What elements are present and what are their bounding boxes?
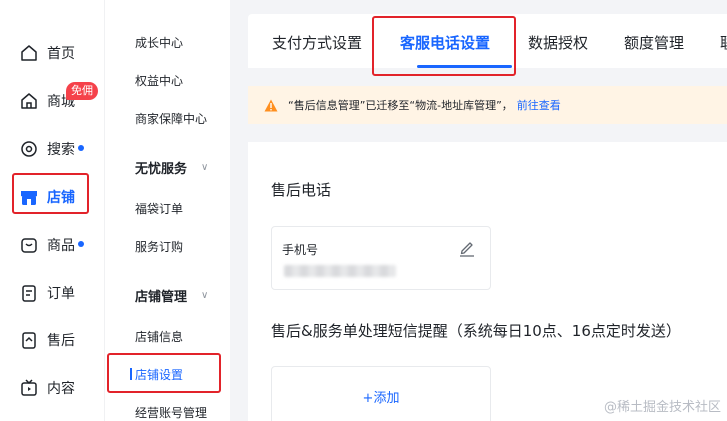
- tab-data-authorization[interactable]: 数据授权: [528, 32, 588, 53]
- product-icon: [18, 234, 40, 256]
- active-tab-underline: [417, 65, 512, 68]
- active-indicator: [130, 368, 132, 380]
- nav-label: 商品: [47, 235, 84, 255]
- new-dot: [78, 241, 84, 247]
- nav-label: 店铺: [47, 190, 75, 206]
- tab-quota-management[interactable]: 额度管理: [624, 32, 684, 53]
- sub-item-growth-center[interactable]: 成长中心: [135, 34, 183, 51]
- nav-label: 售后: [47, 333, 75, 349]
- notice-link[interactable]: 前往查看: [517, 97, 561, 113]
- watermark: @稀土掘金技术社区: [603, 400, 721, 415]
- settings-tabs: 支付方式设置 客服电话设置 数据授权 额度管理 联: [248, 14, 727, 76]
- nav-item-after-sales[interactable]: 售后: [0, 323, 104, 357]
- sub-group-store-management[interactable]: 店铺管理 ∨: [135, 286, 208, 305]
- nav-label: 订单: [47, 286, 75, 302]
- nav-label: 内容: [47, 381, 75, 397]
- nav-item-search[interactable]: 搜索: [0, 132, 104, 166]
- group-title: 无忧服务: [135, 162, 188, 177]
- sub-group-worry-free[interactable]: 无忧服务 ∨: [135, 158, 208, 177]
- migration-notice: “售后信息管理”已迁移至“物流-地址库管理”， 前往查看: [248, 86, 727, 124]
- shop-icon: [18, 90, 40, 112]
- tab-customer-service-phone[interactable]: 客服电话设置: [400, 32, 490, 53]
- home-icon: [18, 42, 40, 64]
- sub-item-lucky-bag-orders[interactable]: 福袋订单: [135, 200, 183, 217]
- nav-label: 搜索: [47, 139, 84, 159]
- sub-nav: 成长中心 权益中心 商家保障中心 无忧服务 ∨ 福袋订单 服务订购 店铺管理 ∨ 店…: [104, 0, 230, 421]
- tab-payment-settings[interactable]: 支付方式设置: [272, 32, 362, 53]
- add-phone-button[interactable]: +添加: [271, 366, 491, 421]
- phone-label: 手机号: [282, 243, 319, 257]
- edit-icon[interactable]: [458, 239, 476, 257]
- main-content: 支付方式设置 客服电话设置 数据授权 额度管理 联 “售后信息管理”已迁移至“物…: [232, 0, 727, 421]
- search-icon: [18, 138, 40, 160]
- masked-phone-number: [284, 265, 396, 277]
- after-sales-icon: [18, 329, 40, 351]
- nav-item-order[interactable]: 订单: [0, 276, 104, 310]
- settings-panel: 售后电话 手机号 售后&服务单处理短信提醒（系统每日10点、16点定时发送） +…: [248, 142, 727, 421]
- order-icon: [18, 282, 40, 304]
- content-icon: [18, 377, 40, 399]
- sub-item-store-settings[interactable]: 店铺设置: [135, 366, 183, 383]
- section-title-after-sales-phone: 售后电话: [271, 181, 332, 199]
- chevron-down-icon: ∨: [201, 162, 209, 173]
- left-nav: 首页 商城 免佣 搜索 店铺 商品 订单 售后 内容: [0, 0, 104, 421]
- sub-item-account-management[interactable]: 经营账号管理: [135, 404, 207, 421]
- sub-item-merchant-protection[interactable]: 商家保障中心: [135, 110, 207, 127]
- nav-item-content[interactable]: 内容: [0, 371, 104, 405]
- sub-item-service-subscription[interactable]: 服务订购: [135, 238, 183, 255]
- nav-item-product[interactable]: 商品: [0, 228, 104, 262]
- nav-item-store[interactable]: 店铺: [0, 180, 104, 214]
- nav-item-home[interactable]: 首页: [0, 36, 104, 70]
- warning-icon: [264, 99, 278, 111]
- store-icon: [18, 186, 40, 208]
- phone-card: 手机号: [271, 226, 491, 290]
- nav-label: 首页: [47, 46, 75, 62]
- add-label: +添加: [362, 390, 400, 406]
- section-title-sms-reminder: 售后&服务单处理短信提醒（系统每日10点、16点定时发送）: [271, 322, 681, 340]
- notice-text: “售后信息管理”已迁移至“物流-地址库管理”，: [288, 99, 513, 112]
- chevron-down-icon: ∨: [201, 290, 209, 301]
- tab-overflow[interactable]: 联: [720, 32, 727, 53]
- sub-item-rights-center[interactable]: 权益中心: [135, 72, 183, 89]
- group-title: 店铺管理: [135, 290, 188, 305]
- free-commission-badge: 免佣: [66, 82, 98, 100]
- new-dot: [78, 145, 84, 151]
- sub-item-store-info[interactable]: 店铺信息: [135, 328, 183, 345]
